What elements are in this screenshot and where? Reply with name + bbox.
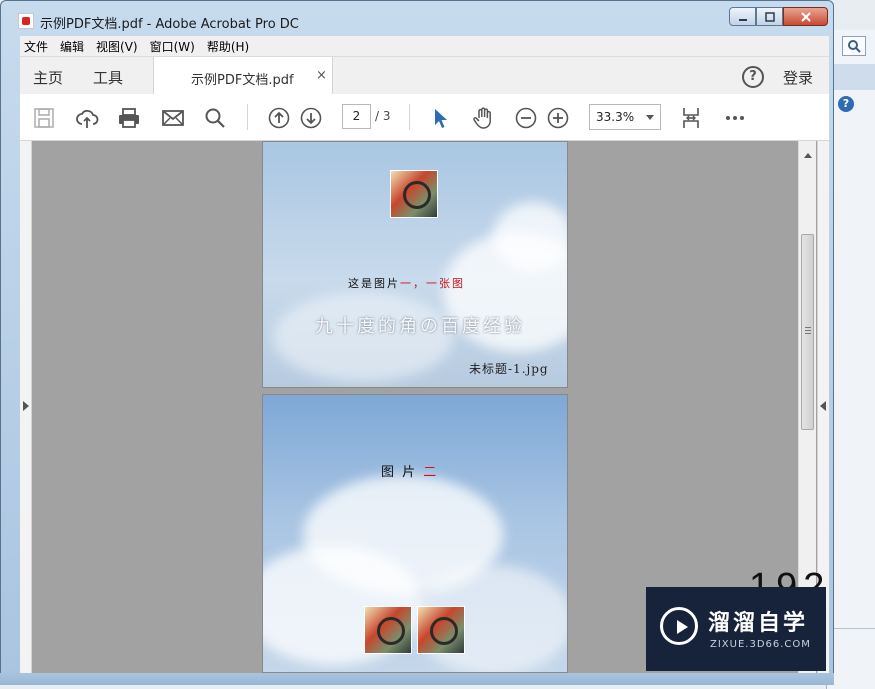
- toolbar-divider: [409, 104, 410, 130]
- print-icon[interactable]: [117, 106, 141, 130]
- close-tab-icon[interactable]: ×: [316, 68, 327, 83]
- menu-help[interactable]: 帮助(H): [207, 38, 249, 55]
- previous-page-icon[interactable]: [267, 106, 291, 130]
- pdf-page-1: 这是图片一，一张图 九十度的角の百度经验 未标题-1.jpg: [262, 141, 568, 388]
- save-icon[interactable]: [32, 106, 56, 130]
- more-icon[interactable]: [723, 106, 747, 130]
- email-icon[interactable]: [161, 106, 185, 130]
- menu-bar: 文件 编辑 视图(V) 窗口(W) 帮助(H): [20, 36, 829, 56]
- close-window-button[interactable]: [783, 7, 828, 26]
- expand-right-panel-icon: [820, 401, 826, 411]
- tab-document[interactable]: 示例PDF文档.pdf ×: [153, 57, 333, 95]
- background-search-icon[interactable]: [842, 36, 866, 56]
- login-button[interactable]: 登录: [783, 67, 813, 88]
- brand-logo-overlay: 溜溜自学 ZIXUE.3D66.COM: [646, 587, 826, 671]
- play-logo-icon: [660, 607, 698, 645]
- tab-bar: 主页 工具 示例PDF文档.pdf × ? 登录: [20, 56, 829, 95]
- maximize-button[interactable]: [756, 7, 783, 26]
- page1-caption-prefix: 这是图片: [348, 277, 400, 290]
- expand-left-panel-icon: [23, 401, 29, 411]
- tab-home[interactable]: 主页: [33, 67, 63, 88]
- scrollbar-thumb[interactable]: [801, 234, 814, 430]
- hand-tool-icon[interactable]: [471, 106, 495, 130]
- menu-view[interactable]: 视图(V): [96, 38, 138, 55]
- menu-file[interactable]: 文件: [24, 38, 48, 55]
- zoom-out-icon[interactable]: [514, 106, 538, 130]
- window-controls: [729, 7, 828, 26]
- window-title: 示例PDF文档.pdf - Adobe Acrobat Pro DC: [40, 17, 299, 32]
- left-panel-toggle[interactable]: [20, 141, 32, 673]
- page-number-input[interactable]: 2: [342, 104, 371, 129]
- zoom-value: 33.3%: [596, 110, 635, 124]
- embedded-image-thumbnail: [417, 606, 465, 654]
- play-icon: [677, 620, 688, 634]
- zoom-select[interactable]: 33.3%: [589, 104, 661, 130]
- page1-watermark-text: 九十度的角の百度经验: [315, 316, 525, 337]
- pdf-page-2: 图 片 二: [262, 394, 568, 673]
- page1-filename: 未标题-1.jpg: [469, 362, 549, 376]
- background-divider: [834, 628, 875, 629]
- chevron-down-icon: [646, 115, 654, 120]
- cloud-decoration: [493, 202, 567, 272]
- help-icon[interactable]: ?: [742, 66, 764, 88]
- select-cursor-icon[interactable]: [428, 106, 452, 130]
- window-bottom-border: [0, 673, 834, 685]
- menu-edit[interactable]: 编辑: [60, 38, 84, 55]
- page2-caption-red: 二: [423, 465, 439, 480]
- background-help-icon[interactable]: ?: [838, 96, 854, 112]
- page1-caption: 这是图片一，一张图: [348, 275, 465, 291]
- brand-name: 溜溜自学: [708, 611, 809, 636]
- page1-caption-red: 一，一张图: [400, 277, 465, 290]
- search-icon[interactable]: [203, 106, 227, 130]
- zoom-in-icon[interactable]: [546, 106, 570, 130]
- background-toolbar-band: [834, 64, 875, 90]
- next-page-icon[interactable]: [299, 106, 323, 130]
- toolbar: 2 / 3 33.3%: [20, 94, 829, 141]
- brand-url: ZIXUE.3D66.COM: [710, 639, 811, 650]
- embedded-image-thumbnail: [364, 606, 412, 654]
- tab-tools[interactable]: 工具: [93, 67, 123, 88]
- page2-caption-prefix: 图 片: [381, 465, 418, 480]
- menu-window[interactable]: 窗口(W): [150, 38, 195, 55]
- title-bar[interactable]: 示例PDF文档.pdf - Adobe Acrobat Pro DC: [1, 1, 835, 37]
- page2-caption: 图 片 二: [381, 461, 438, 480]
- embedded-image-thumbnail: [390, 170, 438, 218]
- document-tab-label: 示例PDF文档.pdf: [191, 73, 294, 88]
- toolbar-divider: [247, 104, 248, 130]
- grip-icon: [805, 327, 811, 328]
- fit-page-icon[interactable]: [679, 106, 703, 130]
- upload-cloud-icon[interactable]: [75, 106, 99, 130]
- page-total: / 3: [375, 109, 391, 123]
- scroll-up-icon[interactable]: [804, 153, 812, 158]
- pdf-file-icon: [18, 13, 34, 29]
- minimize-button[interactable]: [729, 7, 756, 26]
